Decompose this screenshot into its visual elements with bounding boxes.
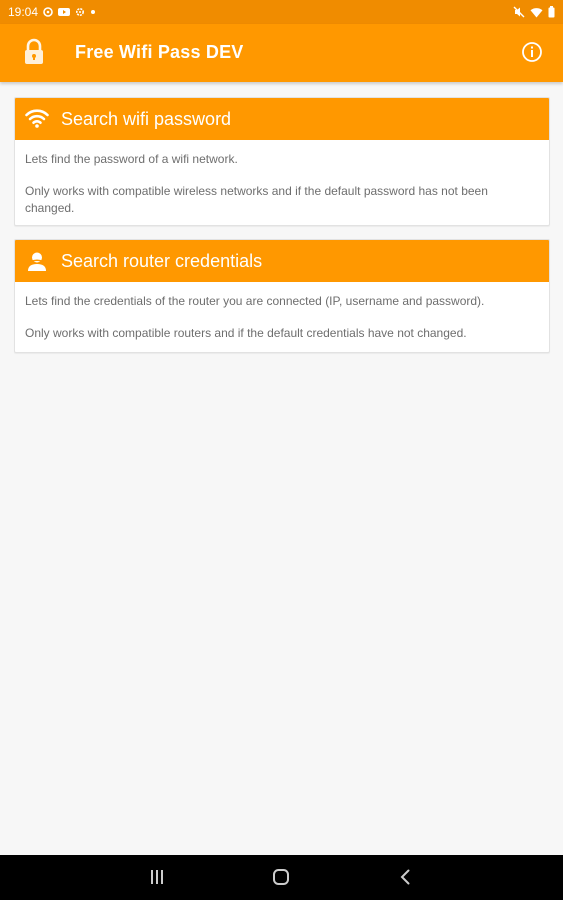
card-note: Only works with compatible wireless netw… xyxy=(25,184,488,215)
info-icon[interactable] xyxy=(520,40,544,69)
wifi-icon xyxy=(530,7,543,17)
status-time: 19:04 xyxy=(8,5,39,19)
card-title: Search router credentials xyxy=(61,250,263,271)
dot-icon xyxy=(91,10,96,14)
card-header[interactable]: Search router credentials xyxy=(15,240,549,282)
navigation-bar xyxy=(0,855,563,900)
back-icon[interactable] xyxy=(396,867,416,892)
search-router-card[interactable]: Search router credentials Lets find the … xyxy=(14,239,550,353)
card-description: Lets find the credentials of the router … xyxy=(25,294,485,308)
mute-icon xyxy=(513,6,525,18)
card-body: Lets find the credentials of the router … xyxy=(15,282,549,342)
battery-icon xyxy=(548,6,555,18)
card-note: Only works with compatible routers and i… xyxy=(25,326,467,340)
app-bar: Free Wifi Pass DEV xyxy=(0,24,563,82)
card-title: Search wifi password xyxy=(61,108,232,129)
user-icon xyxy=(25,249,49,273)
wifi-icon xyxy=(25,107,49,131)
home-icon[interactable] xyxy=(271,867,291,892)
status-left: 19:04 xyxy=(8,5,96,19)
card-header[interactable]: Search wifi password xyxy=(15,98,549,140)
sync-icon xyxy=(43,7,53,17)
youtube-icon xyxy=(58,8,71,16)
status-bar: 19:04 xyxy=(0,0,563,24)
lock-icon xyxy=(23,38,45,71)
settings-icon xyxy=(76,7,85,17)
card-description: Lets find the password of a wifi network… xyxy=(25,152,238,166)
app-title: Free Wifi Pass DEV xyxy=(75,42,244,62)
recents-icon[interactable] xyxy=(147,867,167,892)
status-right xyxy=(513,6,555,18)
search-wifi-card[interactable]: Search wifi password Lets find the passw… xyxy=(14,97,550,226)
card-body: Lets find the password of a wifi network… xyxy=(15,140,549,217)
